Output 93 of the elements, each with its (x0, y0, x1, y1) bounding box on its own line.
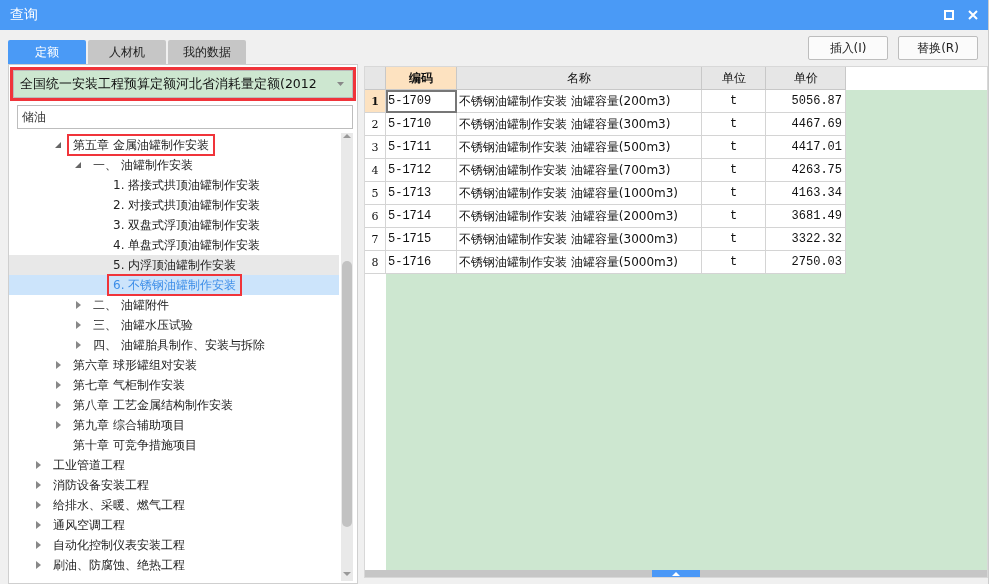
expand-arrow-icon[interactable] (33, 500, 43, 510)
table-cell: 5-1710 (386, 113, 457, 136)
tree-item[interactable]: 第十章 可竞争措施项目 (67, 434, 203, 456)
tree-item[interactable]: 第九章 综合辅助项目 (67, 414, 191, 436)
tree-item[interactable]: 第八章 工艺金属结构制作安装 (67, 394, 239, 416)
table-cell: 5-1711 (386, 136, 457, 159)
column-header[interactable]: 名称 (457, 67, 702, 90)
table-cell: 不锈钢油罐制作安装 油罐容量(700m3) (457, 159, 702, 182)
action-button[interactable]: 替换(R) (898, 36, 978, 60)
table-cell: 4417.01 (766, 136, 846, 159)
expand-arrow-icon[interactable] (53, 420, 63, 430)
row-number[interactable]: 8 (365, 251, 386, 274)
row-number[interactable]: 4 (365, 159, 386, 182)
table-cell: 5-1716 (386, 251, 457, 274)
tree-item[interactable]: 工业管道工程 (47, 454, 131, 476)
scroll-up-icon[interactable] (343, 133, 351, 139)
tab[interactable]: 我的数据 (168, 40, 246, 64)
table-cell: 5-1714 (386, 205, 457, 228)
tree-item[interactable]: 自动化控制仪表安装工程 (47, 534, 191, 556)
expand-arrow-icon[interactable] (33, 540, 43, 550)
table-cell: 5-1713 (386, 182, 457, 205)
tree-item[interactable]: 4. 单盘式浮顶油罐制作安装 (107, 234, 267, 256)
table-cell: 不锈钢油罐制作安装 油罐容量(500m3) (457, 136, 702, 159)
expand-arrow-icon[interactable] (33, 480, 43, 490)
table-cell: 4163.34 (766, 182, 846, 205)
tree-item[interactable]: 一、 油罐制作安装 (87, 154, 199, 176)
expand-arrow-icon[interactable] (53, 400, 63, 410)
table-cell: 不锈钢油罐制作安装 油罐容量(3000m3) (457, 228, 702, 251)
table-cell: 4467.69 (766, 113, 846, 136)
row-number[interactable]: 3 (365, 136, 386, 159)
table-cell: 不锈钢油罐制作安装 油罐容量(200m3) (457, 90, 702, 113)
tree-item[interactable]: 第五章 金属油罐制作安装 (67, 134, 215, 156)
tree-item[interactable]: 给排水、采暖、燃气工程 (47, 494, 191, 516)
scroll-down-icon[interactable] (343, 571, 351, 577)
tree-item[interactable]: 二、 油罐附件 (87, 294, 175, 316)
column-header[interactable]: 编码 (386, 67, 457, 90)
tree-item[interactable]: 1. 搭接式拱顶油罐制作安装 (107, 174, 267, 196)
tree-item[interactable]: 3. 双盘式浮顶油罐制作安装 (107, 214, 267, 236)
table-cell: t (702, 182, 766, 205)
expand-arrow-icon[interactable] (73, 340, 83, 350)
tree-item[interactable]: 第七章 气柜制作安装 (67, 374, 191, 396)
column-header[interactable]: 单价 (766, 67, 846, 90)
maximize-icon[interactable] (944, 10, 954, 20)
expand-arrow-icon[interactable] (33, 560, 43, 570)
row-number[interactable]: 2 (365, 113, 386, 136)
expand-arrow-icon[interactable] (73, 320, 83, 330)
window-title: 查询 (10, 6, 39, 24)
collapse-arrow-icon[interactable] (53, 140, 63, 150)
expand-arrow-icon[interactable] (73, 300, 83, 310)
table-cell: 5-1712 (386, 159, 457, 182)
table-cell: t (702, 251, 766, 274)
tree-item[interactable]: 2. 对接式拱顶油罐制作安装 (107, 194, 267, 216)
expand-arrow-icon[interactable] (33, 520, 43, 530)
table-cell: 不锈钢油罐制作安装 油罐容量(300m3) (457, 113, 702, 136)
tab[interactable]: 人材机 (88, 40, 166, 64)
table-cell: t (702, 228, 766, 251)
tree-item[interactable]: 四、 油罐胎具制作、安装与拆除 (87, 334, 271, 356)
table-cell: 不锈钢油罐制作安装 油罐容量(5000m3) (457, 251, 702, 274)
table-cell: t (702, 159, 766, 182)
expand-arrow-icon[interactable] (33, 460, 43, 470)
table-cell: 不锈钢油罐制作安装 油罐容量(1000m3) (457, 182, 702, 205)
table-cell: 4263.75 (766, 159, 846, 182)
row-number[interactable]: 6 (365, 205, 386, 228)
table-cell: 5-1715 (386, 228, 457, 251)
scrollbar[interactable] (341, 133, 353, 581)
table-cell: 5-1709 (386, 90, 457, 113)
tree-item[interactable]: 第六章 球形罐组对安装 (67, 354, 203, 376)
action-button[interactable]: 插入(I) (808, 36, 888, 60)
close-icon[interactable] (968, 10, 978, 20)
tree-item[interactable]: 通风空调工程 (47, 514, 131, 536)
collapse-arrow-icon[interactable] (73, 160, 83, 170)
table-cell: 5056.87 (766, 90, 846, 113)
library-dropdown[interactable]: 全国统一安装工程预算定额河北省消耗量定额(2012 (13, 70, 353, 98)
tree-item[interactable]: 三、 油罐水压试验 (87, 314, 199, 336)
search-field[interactable]: 储油 (17, 105, 353, 129)
table-cell: t (702, 113, 766, 136)
table-cell: 3681.49 (766, 205, 846, 228)
table-cell: t (702, 205, 766, 228)
table-cell: 3322.32 (766, 228, 846, 251)
table-cell: t (702, 136, 766, 159)
table-cell: t (702, 90, 766, 113)
row-number[interactable]: 7 (365, 228, 386, 251)
expand-arrow-icon[interactable] (53, 380, 63, 390)
row-number[interactable]: 1 (365, 90, 386, 113)
column-header[interactable]: 单位 (702, 67, 766, 90)
dropdown-arrow-icon[interactable] (337, 82, 344, 86)
tree-item[interactable]: 消防设备安装工程 (47, 474, 155, 496)
splitter-handle[interactable] (652, 570, 700, 577)
table-cell: 不锈钢油罐制作安装 油罐容量(2000m3) (457, 205, 702, 228)
row-number[interactable]: 5 (365, 182, 386, 205)
expand-arrow-icon[interactable] (53, 360, 63, 370)
table-cell: 2750.03 (766, 251, 846, 274)
tree-item[interactable]: 刷油、防腐蚀、绝热工程 (47, 554, 191, 576)
